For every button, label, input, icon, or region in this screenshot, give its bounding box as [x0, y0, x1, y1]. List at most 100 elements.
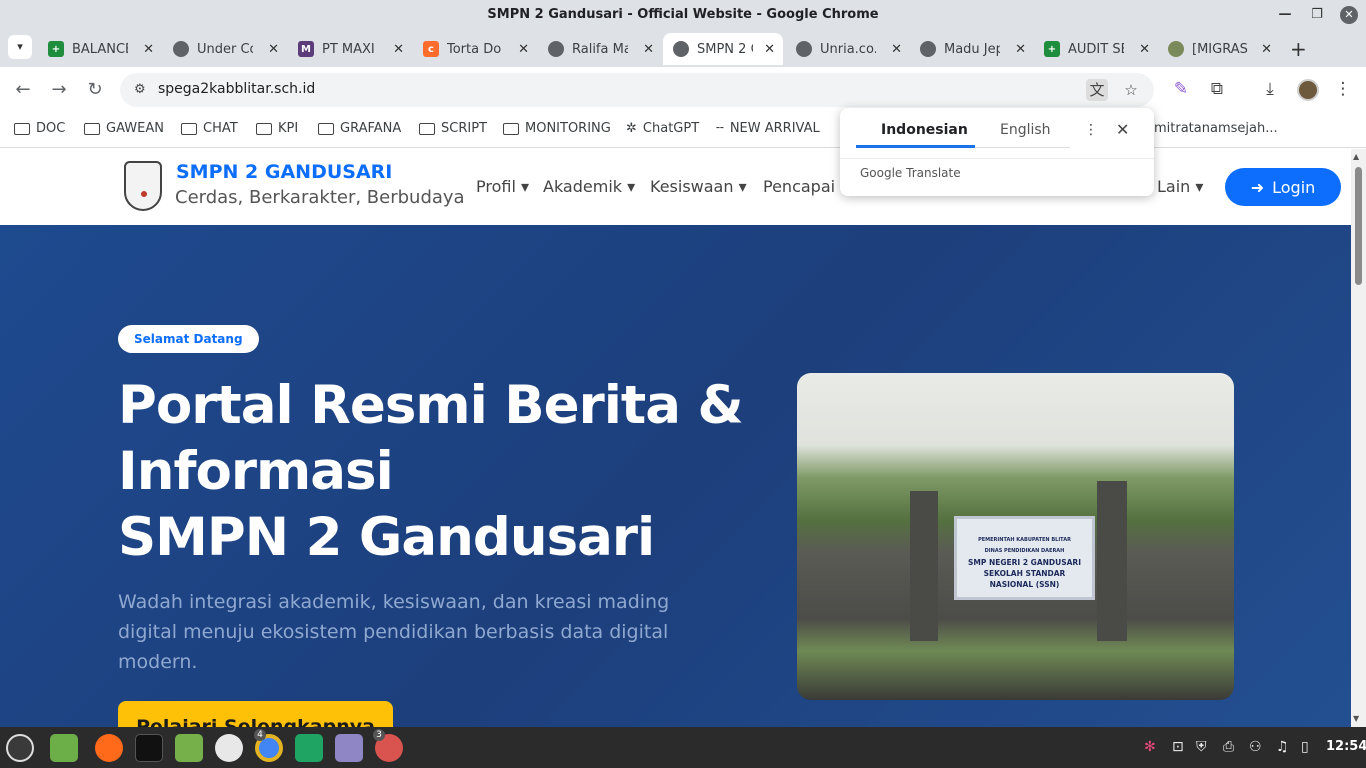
os-taskbar: 4 3 ✻ ⊡ ⛨ ⎙ ⚇ ♫ ▯ 12:54 [0, 727, 1366, 768]
sheets-icon: + [48, 41, 64, 57]
chrome-window-count: 4 [254, 729, 266, 741]
gate-pillar [1097, 481, 1127, 641]
tab-close-icon[interactable]: ✕ [891, 42, 902, 57]
menu-mint-icon[interactable] [6, 734, 34, 762]
menu-akademik[interactable]: Akademik ▾ [543, 177, 635, 196]
bookmark-star-icon[interactable]: ☆ [1120, 79, 1142, 101]
menu-lain[interactable]: Lain ▾ [1157, 177, 1203, 196]
bookmarks-bar: DOC GAWEAN CHAT KPI GRAFANA SCRIPT MONIT… [0, 114, 1366, 148]
update-tray-icon[interactable]: ⊡ [1172, 739, 1184, 755]
close-window-icon[interactable]: ✕ [1340, 5, 1358, 24]
folder-icon [419, 122, 435, 135]
tab-item[interactable]: Ralifa Ma ✕ [538, 33, 662, 65]
site-info-icon[interactable]: ⚙ [134, 82, 146, 97]
tab-close-icon[interactable]: ✕ [143, 42, 154, 57]
tab-item-active[interactable]: SMPN 2 G✕ [663, 33, 783, 65]
openai-icon: ✲ [626, 121, 637, 136]
google-translate-label: Google Translate [860, 166, 961, 180]
tab-item[interactable]: + AUDIT SE ✕ [1034, 33, 1158, 65]
translate-popup: Indonesian English ⋮ ✕ Google Translate [840, 108, 1154, 196]
minimize-icon[interactable]: — [1276, 0, 1294, 29]
translate-close-icon[interactable]: ✕ [1116, 120, 1129, 139]
tab-strip: ▾ + BALANCE ✕ Under Co ✕ M PT MAXI ✕ c Torta D… [0, 29, 1366, 67]
learn-more-button[interactable]: Pelajari Selengkapnya [118, 701, 393, 727]
tab-close-icon[interactable]: ✕ [268, 42, 279, 57]
tab-close-icon[interactable]: ✕ [764, 42, 775, 57]
tab-search-icon[interactable]: ▾ [8, 35, 32, 59]
bookmark-item[interactable]: CHAT [181, 121, 238, 136]
page-scrollbar[interactable]: ▲ ▼ [1351, 149, 1366, 727]
school-logo[interactable] [124, 161, 162, 211]
hero-lead: Wadah integrasi akademik, kesiswaan, dan… [118, 591, 670, 673]
scroll-down-icon[interactable]: ▼ [1353, 714, 1359, 723]
text-editor-icon[interactable] [335, 734, 363, 762]
bookmark-item[interactable]: KPI [256, 121, 298, 136]
translate-options-icon[interactable]: ⋮ [1084, 122, 1098, 138]
slack-tray-icon[interactable]: ✻ [1144, 739, 1156, 755]
bookmark-item[interactable]: ✲ ChatGPT [626, 121, 699, 136]
tab-close-icon[interactable]: ✕ [518, 42, 529, 57]
window-title: SMPN 2 Gandusari - Official Website - Go… [487, 7, 879, 22]
bookmark-item[interactable]: SCRIPT [419, 121, 487, 136]
tab-item[interactable]: + BALANCE ✕ [38, 33, 162, 65]
url-text[interactable]: spega2kabblitar.sch.id [158, 81, 315, 97]
extensions-puzzle-icon[interactable]: ⧉ [1205, 79, 1229, 99]
translate-tab-english[interactable]: English [1000, 122, 1051, 138]
browser-toolbar: ← → ↻ ⚙ spega2kabblitar.sch.id 文 ☆ ✎ ⧉ ⤓… [0, 67, 1366, 114]
maximize-icon[interactable]: ❐ [1308, 0, 1326, 29]
scroll-thumb[interactable] [1355, 167, 1362, 285]
address-bar[interactable]: ⚙ spega2kabblitar.sch.id 文 ☆ [120, 73, 1154, 107]
bookmark-item[interactable]: ╌ NEW ARRIVAL [716, 121, 820, 136]
site-brand[interactable]: SMPN 2 GANDUSARI [176, 161, 392, 183]
printer-tray-icon[interactable]: ⎙ [1223, 739, 1234, 755]
terminal-icon[interactable] [135, 734, 163, 762]
window-controls: — ❐ ✕ [1276, 0, 1358, 29]
forward-icon[interactable]: → [47, 79, 71, 100]
power-tray-icon[interactable]: ▯ [1301, 739, 1309, 755]
tab-item[interactable]: [MIGRAS ✕ [1158, 33, 1280, 65]
tab-item[interactable]: Madu Jep ✕ [910, 33, 1034, 65]
sound-tray-icon[interactable]: ♫ [1276, 739, 1289, 755]
m-icon: M [298, 41, 314, 57]
extension-pen-icon[interactable]: ✎ [1169, 79, 1193, 99]
show-desktop-icon[interactable] [50, 734, 78, 762]
menu-profil[interactable]: Profil ▾ [476, 177, 529, 196]
shield-tray-icon[interactable]: ⛨ [1196, 739, 1207, 755]
firefox-icon[interactable] [95, 734, 123, 762]
new-tab-icon[interactable]: + [1290, 37, 1307, 61]
profile-avatar[interactable] [1297, 79, 1319, 101]
bookmark-item[interactable]: GRAFANA [318, 121, 401, 136]
globe-icon [796, 41, 812, 57]
translate-icon[interactable]: 文 [1086, 79, 1108, 101]
tab-item[interactable]: Unria.co. ✕ [786, 33, 910, 65]
tab-item[interactable]: Under Co ✕ [163, 33, 287, 65]
scroll-up-icon[interactable]: ▲ [1353, 152, 1359, 161]
translate-tab-indonesian[interactable]: Indonesian [881, 122, 968, 138]
spreadsheet-icon[interactable] [295, 734, 323, 762]
globe-icon [173, 41, 189, 57]
reload-icon[interactable]: ↻ [83, 79, 107, 100]
slack-icon[interactable] [215, 734, 243, 762]
bookmark-item[interactable]: mitratanamsejah... [1154, 121, 1278, 136]
tab-close-icon[interactable]: ✕ [1139, 42, 1150, 57]
download-icon[interactable]: ⤓ [1258, 79, 1282, 99]
menu-kebab-icon[interactable]: ⋮ [1331, 79, 1355, 99]
tab-item[interactable]: M PT MAXI ✕ [288, 33, 412, 65]
bookmark-item[interactable]: DOC [14, 121, 65, 136]
files-icon[interactable] [175, 734, 203, 762]
welcome-badge: Selamat Datang [118, 325, 259, 353]
clock[interactable]: 12:54 [1326, 739, 1366, 754]
back-icon[interactable]: ← [11, 79, 35, 100]
tab-close-icon[interactable]: ✕ [393, 42, 404, 57]
network-tray-icon[interactable]: ⚇ [1249, 739, 1262, 755]
menu-pencapaian[interactable]: Pencapai [763, 177, 835, 196]
menu-kesiswaan[interactable]: Kesiswaan ▾ [650, 177, 747, 196]
tab-close-icon[interactable]: ✕ [643, 42, 654, 57]
tab-close-icon[interactable]: ✕ [1015, 42, 1026, 57]
cpanel-icon: c [423, 41, 439, 57]
bookmark-item[interactable]: MONITORING [503, 121, 611, 136]
bookmark-item[interactable]: GAWEAN [84, 121, 164, 136]
login-button[interactable]: ➜ Login [1225, 168, 1341, 206]
tab-item[interactable]: c Torta Do ✕ [413, 33, 537, 65]
tab-close-icon[interactable]: ✕ [1261, 42, 1272, 57]
